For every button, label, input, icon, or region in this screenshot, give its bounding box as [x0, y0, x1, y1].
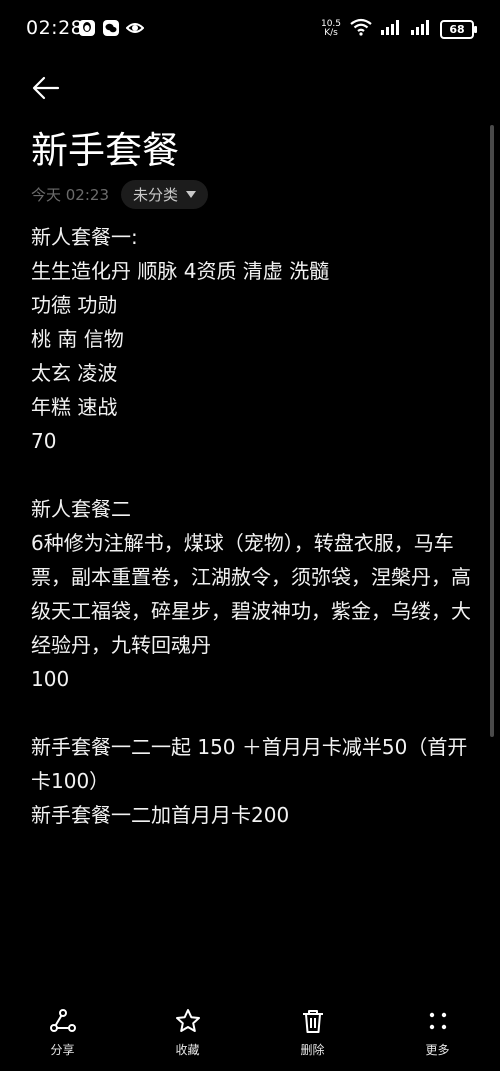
note-line: 生生造化丹 顺脉 4资质 清虚 洗髓 — [31, 259, 330, 283]
note-line: 新人套餐二 — [31, 497, 131, 521]
note-line: 新手套餐一二加首月月卡200 — [31, 803, 290, 827]
delete-label: 删除 — [300, 1043, 325, 1057]
battery-indicator: 68 — [440, 19, 477, 39]
note-line — [31, 458, 471, 492]
share-label: 分享 — [50, 1043, 75, 1057]
status-bar: 02:28 10.5 K/s 68 — [0, 0, 500, 58]
note-line: 70 — [31, 429, 57, 453]
note-meta: 今天 02:23 未分类 — [31, 180, 209, 209]
signal-icon-2 — [410, 19, 432, 39]
note-line: 新人套餐一: — [31, 225, 138, 249]
note-line: 100 — [31, 667, 70, 691]
net-speed: 10.5 K/s — [320, 19, 342, 38]
favorite-label: 收藏 — [175, 1043, 200, 1057]
note-line: 新手套餐一二一起 150 ＋首月月卡减半50（首开卡100） — [31, 735, 468, 793]
arrow-left-icon — [32, 76, 60, 100]
wifi-icon — [350, 18, 372, 40]
more-label: 更多 — [425, 1043, 450, 1057]
note-line — [31, 696, 471, 730]
chevron-down-icon — [186, 191, 197, 198]
trash-icon — [302, 1010, 323, 1033]
note-line: 6种修为注解书，煤球（宠物），转盘衣服，马车票，副本重置卷，江湖赦令，须弥袋，涅… — [31, 531, 471, 657]
bottom-toolbar: 分享 收藏 删除 更多 — [0, 1001, 500, 1071]
note-line: 太玄 凌波 — [31, 361, 118, 385]
note-line: 年糕 速战 — [31, 395, 118, 419]
note-body[interactable]: 新人套餐一: 生生造化丹 顺脉 4资质 清虚 洗髓 功德 功勋桃 南 信物 太玄 凌波… — [31, 220, 471, 832]
note-line: 桃 南 信物 — [31, 327, 124, 351]
more-button[interactable]: 更多 — [375, 1001, 500, 1071]
note-date: 今天 02:23 — [31, 186, 109, 204]
star-icon — [175, 1009, 200, 1032]
favorite-button[interactable]: 收藏 — [125, 1001, 250, 1071]
qq-icon — [78, 19, 96, 37]
back-button[interactable] — [30, 72, 62, 104]
status-time: 02:28 — [26, 17, 84, 39]
eye-icon — [125, 19, 145, 37]
note-title[interactable]: 新手套餐 — [31, 120, 179, 174]
signal-icon-1 — [380, 19, 402, 39]
note-line: 功德 功勋 — [31, 293, 118, 317]
share-button[interactable]: 分享 — [0, 1001, 125, 1071]
wechat-icon — [102, 19, 120, 37]
scrollbar[interactable] — [490, 125, 494, 737]
category-label: 未分类 — [133, 186, 179, 204]
category-dropdown[interactable]: 未分类 — [121, 180, 209, 209]
delete-button[interactable]: 删除 — [250, 1001, 375, 1071]
share-icon — [49, 1009, 76, 1032]
more-dots-icon — [429, 1012, 446, 1030]
